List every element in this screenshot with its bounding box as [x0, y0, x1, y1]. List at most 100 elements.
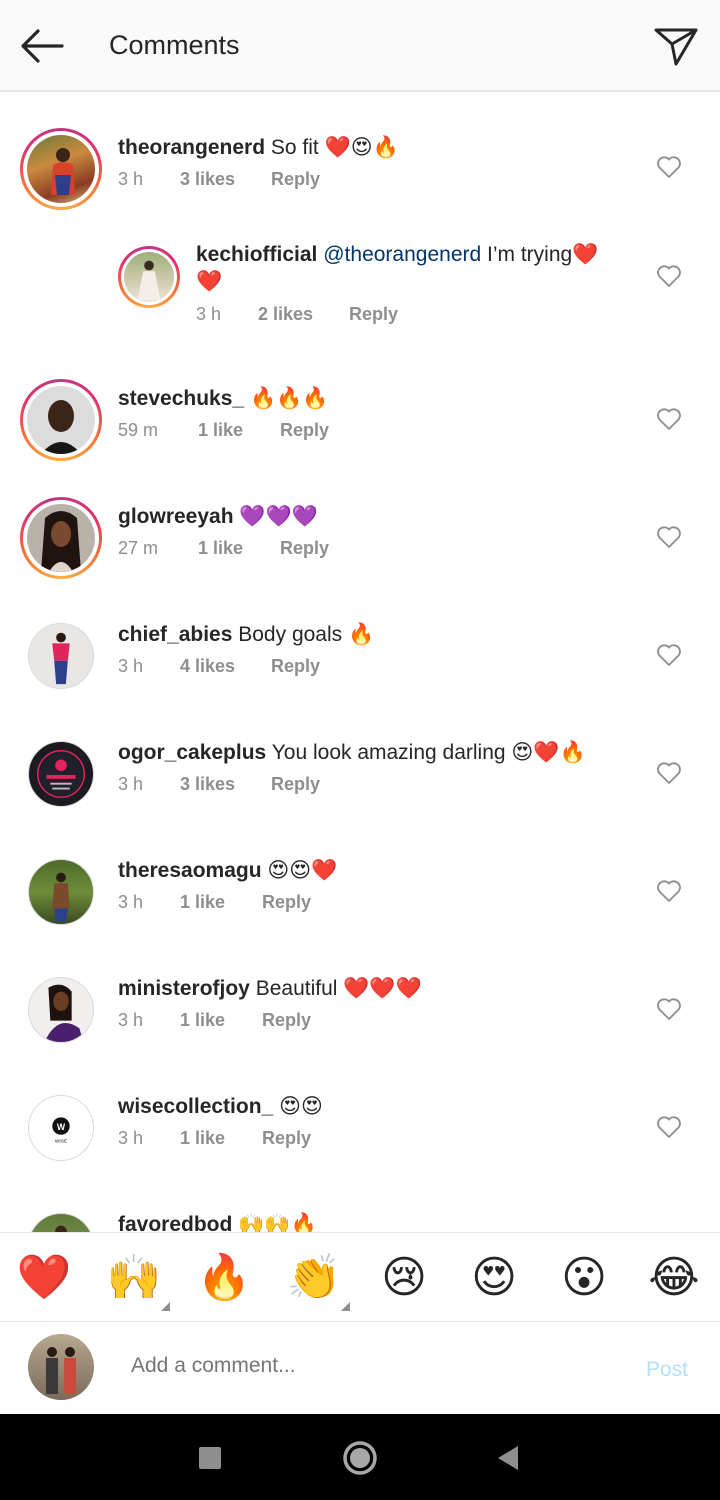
comment-meta: 59 m 1 like Reply: [118, 420, 329, 441]
comment-time: 3 h: [118, 656, 144, 676]
heart-icon[interactable]: [656, 761, 682, 785]
heart-icon[interactable]: [656, 155, 682, 179]
comment-username[interactable]: kechiofficial: [196, 243, 317, 266]
comment-meta: 3 h 1 like Reply: [118, 1128, 311, 1149]
comment-body: 💜💜💜: [239, 505, 318, 528]
emoji-clapping[interactable]: 👏: [286, 1251, 350, 1311]
comment-text: kechiofficial @theorangenerd I’m trying❤…: [196, 241, 616, 295]
avatar[interactable]: [28, 859, 94, 925]
comment-username[interactable]: ogor_cakeplus: [118, 741, 266, 764]
reply-button[interactable]: Reply: [262, 892, 311, 913]
heart-icon[interactable]: [656, 997, 682, 1021]
comment-meta: 3 h 4 likes Reply: [118, 656, 320, 677]
comment-text: ogor_cakeplus You look amazing darling 😍…: [118, 739, 638, 766]
comment-body: 😍😍❤️: [267, 859, 338, 882]
comment-likes[interactable]: 1 like: [180, 892, 262, 913]
comment-username[interactable]: stevechuks_: [118, 387, 244, 410]
comment-body: So fit ❤️😍🔥: [270, 136, 399, 159]
emoji-raising-hands-glyph: 🙌: [106, 1253, 162, 1302]
home-circle-icon[interactable]: [338, 1436, 382, 1480]
comment-meta: 27 m 1 like Reply: [118, 538, 329, 559]
comment-text: ministerofjoy Beautiful ❤️❤️❤️: [118, 975, 618, 1002]
comment-input[interactable]: [131, 1354, 611, 1378]
comment-username[interactable]: theorangenerd: [118, 136, 265, 159]
comment-time: 3 h: [118, 1128, 144, 1148]
comment-likes[interactable]: 1 like: [198, 538, 280, 559]
heart-icon[interactable]: [656, 643, 682, 667]
avatar[interactable]: [28, 741, 94, 807]
comment-time: 3 h: [118, 1010, 144, 1030]
comment-username[interactable]: ministerofjoy: [118, 977, 250, 1000]
comment-likes[interactable]: 1 like: [198, 420, 280, 441]
comment-body: 🔥🔥🔥: [249, 387, 329, 410]
emoji-raising-hands[interactable]: 🙌: [106, 1251, 170, 1311]
heart-icon[interactable]: [656, 1115, 682, 1139]
comment-likes[interactable]: 3 likes: [180, 169, 271, 190]
comment-time: 3 h: [118, 169, 144, 189]
heart-icon[interactable]: [656, 879, 682, 903]
wise-logo-text: WISE: [55, 1139, 68, 1145]
avatar[interactable]: [28, 623, 94, 689]
comment-meta: 3 h 1 like Reply: [118, 1010, 311, 1031]
emoji-laughing[interactable]: 😂: [646, 1251, 702, 1305]
heart-icon[interactable]: [656, 264, 682, 288]
comment-likes[interactable]: 2 likes: [258, 304, 349, 325]
avatar[interactable]: [20, 128, 102, 210]
reply-button[interactable]: Reply: [349, 304, 398, 325]
comment-username[interactable]: chief_abies: [118, 623, 232, 646]
reply-button[interactable]: Reply: [271, 656, 320, 677]
comment-body: I’m trying❤️: [487, 243, 599, 266]
reply-button[interactable]: Reply: [262, 1128, 311, 1149]
svg-text:W: W: [57, 1122, 66, 1132]
comment-time: 27 m: [118, 538, 159, 558]
reply-button[interactable]: Reply: [280, 538, 329, 559]
avatar[interactable]: [118, 246, 180, 308]
mention-link[interactable]: @theorangenerd: [323, 243, 481, 266]
comments-list[interactable]: theorangenerd So fit ❤️😍🔥 3 h3 likes Repl…: [0, 92, 720, 1232]
direct-send-icon[interactable]: [652, 24, 700, 68]
comment-likes[interactable]: 3 likes: [180, 774, 271, 795]
comment-body-continued: ❤️: [196, 270, 223, 293]
emoji-fire[interactable]: 🔥: [196, 1251, 252, 1305]
comment-likes[interactable]: 1 like: [180, 1128, 262, 1149]
comment-time: 3 h: [118, 774, 144, 794]
comment-time: 3 h: [118, 892, 144, 912]
comment-meta: 3 h 3 likes Reply: [118, 774, 320, 795]
comment-username[interactable]: glowreeyah: [118, 505, 234, 528]
emoji-crying[interactable]: 😢: [376, 1251, 432, 1305]
reply-button[interactable]: Reply: [271, 169, 320, 190]
comment-username[interactable]: favoredbod: [118, 1213, 232, 1232]
comment-text: theorangenerd So fit ❤️😍🔥: [118, 134, 618, 161]
avatar[interactable]: [28, 1213, 94, 1232]
reply-button[interactable]: Reply: [262, 1010, 311, 1031]
comment-username[interactable]: wisecollection_: [118, 1095, 273, 1118]
system-nav-bar: [0, 1414, 720, 1500]
comment-meta: 3 h 2 likes Reply: [196, 304, 398, 325]
emoji-surprised[interactable]: 😮: [556, 1251, 612, 1305]
comment-body: Beautiful ❤️❤️❤️: [255, 977, 422, 1000]
heart-icon[interactable]: [656, 407, 682, 431]
comment-text: stevechuks_ 🔥🔥🔥: [118, 385, 618, 412]
comment-composer: Post: [0, 1322, 720, 1414]
my-avatar: [28, 1334, 94, 1400]
back-triangle-icon[interactable]: [486, 1436, 530, 1480]
back-arrow-icon[interactable]: [18, 26, 66, 66]
emoji-heart-eyes[interactable]: 😍: [466, 1251, 522, 1305]
comment-text: glowreeyah 💜💜💜: [118, 503, 618, 530]
comment-likes[interactable]: 4 likes: [180, 656, 271, 677]
avatar[interactable]: [28, 977, 94, 1043]
avatar[interactable]: [20, 497, 102, 579]
comment-likes[interactable]: 1 like: [180, 1010, 262, 1031]
reply-button[interactable]: Reply: [271, 774, 320, 795]
emoji-heart[interactable]: ❤️: [16, 1251, 72, 1305]
comment-username[interactable]: theresaomagu: [118, 859, 262, 882]
reply-button[interactable]: Reply: [280, 420, 329, 441]
recents-square-icon[interactable]: [188, 1436, 232, 1480]
heart-icon[interactable]: [656, 525, 682, 549]
post-button[interactable]: Post: [646, 1358, 688, 1382]
comment-body: You look amazing darling 😍❤️🔥: [271, 741, 586, 764]
avatar[interactable]: W WISE: [28, 1095, 94, 1161]
avatar[interactable]: [20, 379, 102, 461]
comment-text: wisecollection_ 😍😍: [118, 1093, 618, 1120]
comment-meta: 3 h 3 likes Reply: [118, 169, 320, 190]
